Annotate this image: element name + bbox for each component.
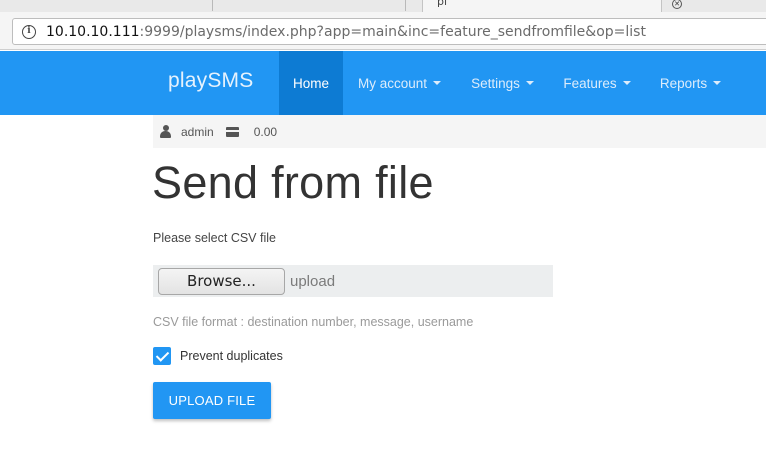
nav-features[interactable]: Features — [549, 51, 645, 115]
browser-toolbar: i 10.10.10.111:9999/playsms/index.php?ap… — [0, 12, 766, 50]
user-status-bar: admin 0.00 — [153, 115, 766, 148]
caret-down-icon — [713, 81, 722, 85]
address-bar[interactable]: i 10.10.10.111:9999/playsms/index.php?ap… — [12, 18, 766, 45]
user-icon — [159, 125, 172, 138]
status-credit: 0.00 — [253, 124, 278, 139]
nav-my-account-label: My account — [357, 75, 428, 91]
tab-separator — [212, 0, 213, 11]
file-input[interactable]: Browse... upload — [153, 265, 553, 297]
brand-logo[interactable]: playSMS — [168, 69, 253, 93]
url-host: 10.10.10.111 — [46, 23, 140, 40]
site-info-icon[interactable]: i — [22, 24, 36, 39]
caret-down-icon — [622, 81, 631, 85]
caret-down-icon — [433, 81, 442, 85]
prevent-duplicates-label[interactable]: Prevent duplicates — [180, 349, 283, 363]
tab-close-icon[interactable]: ✕ — [672, 0, 682, 9]
upload-file-button[interactable]: UPLOAD FILE — [153, 382, 271, 419]
url-path: :9999/playsms/index.php?app=main&inc=fea… — [139, 23, 646, 40]
url-text[interactable]: 10.10.10.111:9999/playsms/index.php?app=… — [46, 24, 646, 40]
prevent-duplicates-row: Prevent duplicates — [153, 347, 283, 365]
file-placeholder: upload — [290, 272, 336, 290]
nav-settings[interactable]: Settings — [456, 51, 549, 115]
nav-reports[interactable]: Reports — [645, 51, 736, 115]
nav-reports-label: Reports — [659, 75, 708, 91]
caret-down-icon — [525, 81, 534, 85]
nav-features-label: Features — [563, 75, 617, 91]
nav-home[interactable]: Home — [279, 51, 343, 115]
navbar: playSMS Home My account Settings Feature… — [0, 51, 766, 115]
browse-button[interactable]: Browse... — [158, 267, 285, 295]
csv-format-help: CSV file format : destination number, me… — [153, 315, 474, 329]
tab-title: pl — [437, 0, 448, 8]
browser-tab-strip: pl ✕ — [0, 0, 766, 12]
nav-settings-label: Settings — [471, 75, 520, 91]
nav-my-account[interactable]: My account — [343, 51, 456, 115]
prevent-duplicates-checkbox[interactable] — [153, 347, 171, 365]
credit-card-icon — [225, 126, 239, 137]
status-username: admin — [181, 124, 214, 139]
tab-separator — [405, 0, 406, 11]
page-title: Send from file — [152, 157, 434, 208]
browser-tab-active[interactable]: pl — [422, 0, 662, 12]
file-prompt-label: Please select CSV file — [153, 231, 276, 245]
nav-home-label: Home — [292, 75, 329, 91]
